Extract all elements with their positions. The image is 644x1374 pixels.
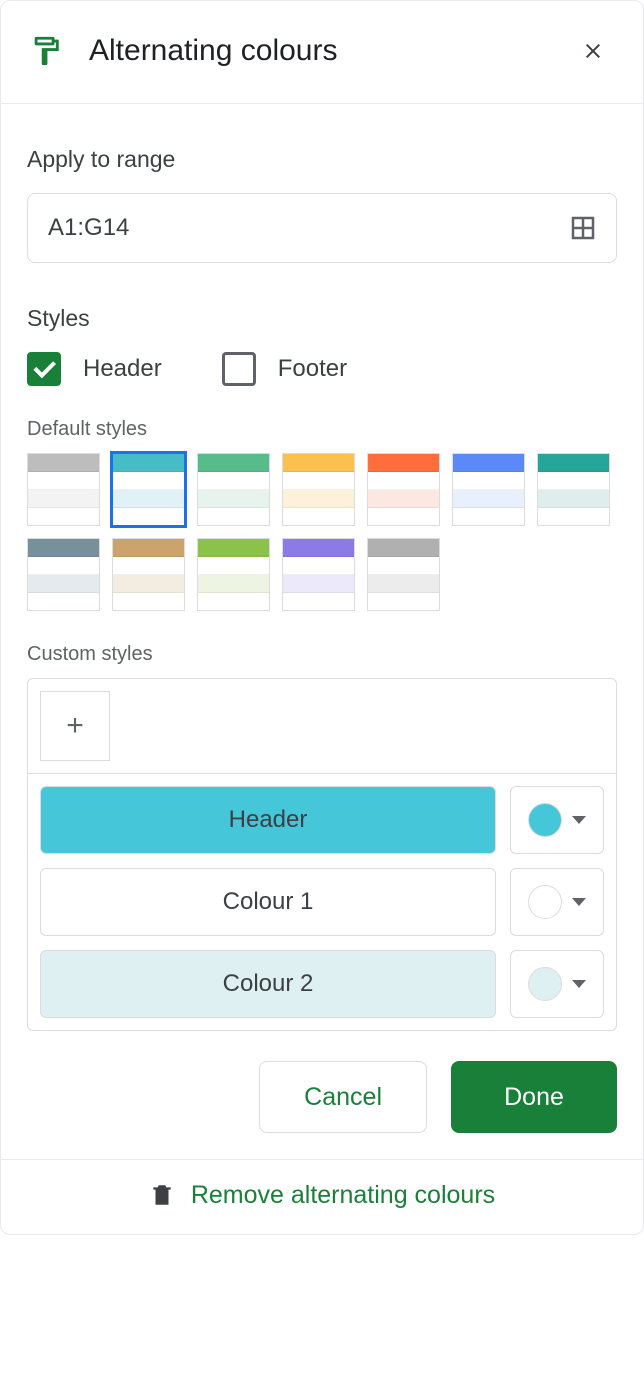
default-style-swatch[interactable]: [27, 538, 100, 611]
chevron-down-icon: [572, 980, 586, 988]
default-style-swatch[interactable]: [112, 453, 185, 526]
colour-picker-button[interactable]: [510, 786, 604, 854]
range-input[interactable]: [46, 213, 568, 243]
alternating-colours-panel: Alternating colours Apply to range Style…: [0, 0, 644, 1235]
trash-icon: [149, 1180, 175, 1210]
default-style-swatch[interactable]: [537, 453, 610, 526]
footer-buttons: Cancel Done: [1, 1031, 643, 1159]
custom-colour-rows: Header Colour 1 Colour 2: [28, 774, 616, 1030]
styles-label: Styles: [27, 305, 617, 332]
custom-styles-box: + Header Colour 1 Colour 2: [27, 678, 617, 1031]
remove-bar[interactable]: Remove alternating colours: [1, 1159, 643, 1234]
default-style-swatch[interactable]: [452, 453, 525, 526]
default-style-swatch[interactable]: [27, 453, 100, 526]
default-styles-grid: [27, 453, 617, 611]
default-style-swatch[interactable]: [197, 538, 270, 611]
colour-swatch-circle: [528, 803, 562, 837]
colour-swatch-circle: [528, 885, 562, 919]
default-style-swatch[interactable]: [367, 453, 440, 526]
range-input-wrap[interactable]: [27, 193, 617, 263]
footer-checkbox-label: Footer: [278, 355, 347, 383]
custom-colour-row: Colour 2: [40, 950, 604, 1018]
default-styles-label: Default styles: [27, 418, 617, 441]
remove-alternating-link[interactable]: Remove alternating colours: [191, 1181, 495, 1210]
style-check-row: Header Footer: [27, 352, 617, 386]
colour-picker-button[interactable]: [510, 950, 604, 1018]
paint-format-icon: [29, 34, 63, 68]
close-icon: [581, 39, 605, 63]
colour-row-label: Colour 2: [40, 950, 496, 1018]
plus-icon: +: [66, 709, 84, 743]
done-button[interactable]: Done: [451, 1061, 617, 1133]
default-style-swatch[interactable]: [282, 538, 355, 611]
default-style-swatch[interactable]: [282, 453, 355, 526]
chevron-down-icon: [572, 898, 586, 906]
header-checkbox-label: Header: [83, 355, 162, 383]
apply-to-range-label: Apply to range: [27, 146, 617, 173]
default-style-swatch[interactable]: [112, 538, 185, 611]
colour-row-label: Header: [40, 786, 496, 854]
default-style-swatch[interactable]: [197, 453, 270, 526]
custom-colour-row: Header: [40, 786, 604, 854]
header-checkbox[interactable]: [27, 352, 61, 386]
cancel-button[interactable]: Cancel: [259, 1061, 427, 1133]
colour-swatch-circle: [528, 967, 562, 1001]
add-custom-style-button[interactable]: +: [40, 691, 110, 761]
panel-title: Alternating colours: [89, 34, 571, 68]
colour-row-label: Colour 1: [40, 868, 496, 936]
colour-picker-button[interactable]: [510, 868, 604, 936]
close-button[interactable]: [571, 29, 615, 73]
custom-colour-row: Colour 1: [40, 868, 604, 936]
chevron-down-icon: [572, 816, 586, 824]
custom-styles-label: Custom styles: [27, 643, 617, 666]
footer-checkbox[interactable]: [222, 352, 256, 386]
default-style-swatch[interactable]: [367, 538, 440, 611]
titlebar: Alternating colours: [1, 1, 643, 104]
select-range-icon[interactable]: [568, 213, 598, 243]
